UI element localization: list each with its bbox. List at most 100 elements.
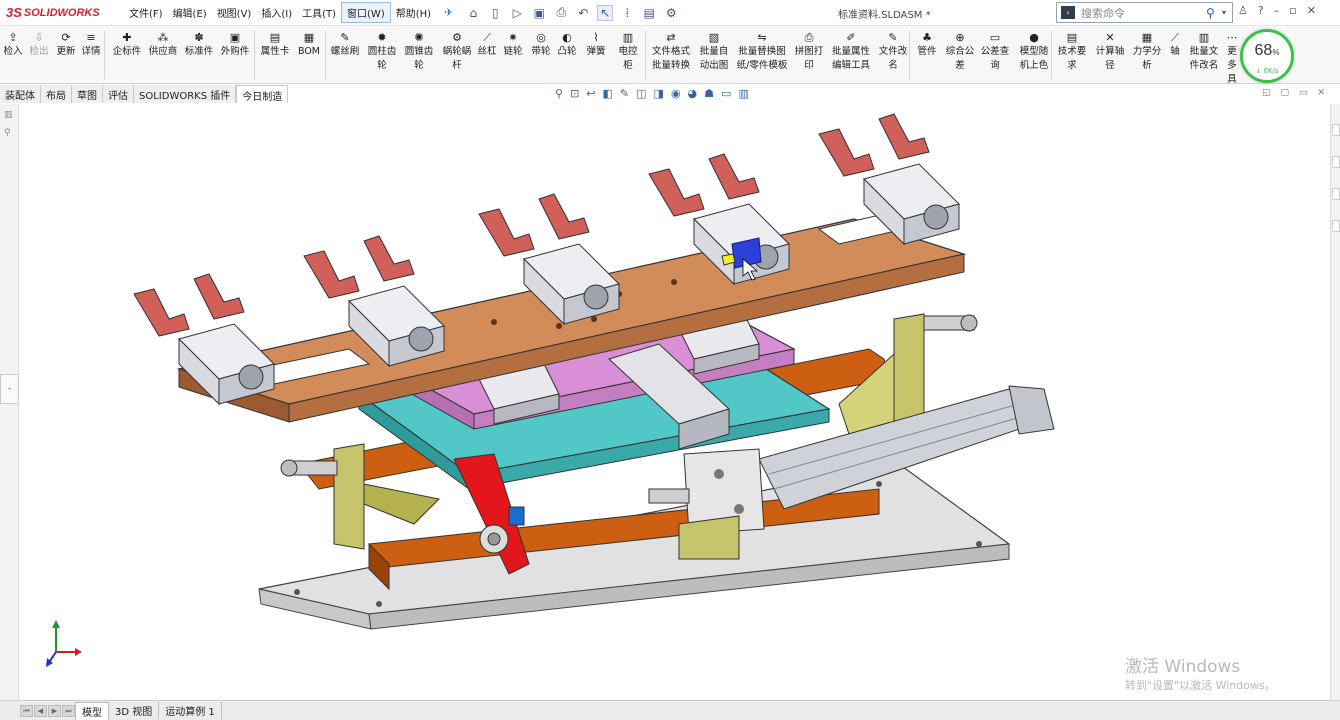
ribbon-button-mechanics[interactable]: ▦ 力学分析 <box>1131 31 1163 73</box>
ribbon-button-batch-property[interactable]: ✐ 批量属性 编辑工具 <box>830 31 872 73</box>
ribbon-button-details[interactable]: ≡ 详情 <box>80 31 102 59</box>
ribbon-button-rename[interactable]: ✎ 文件改名 <box>876 31 910 73</box>
first-tab-icon[interactable]: ⏮ <box>20 704 33 717</box>
view-settings-icon[interactable]: ▭ <box>721 87 731 100</box>
ribbon-button-pipe[interactable]: ♣ 管件 <box>915 31 939 59</box>
menu-insert[interactable]: 插入(I) <box>256 3 297 22</box>
ribbon-button-tech-requirements[interactable]: ▤ 技术要求 <box>1056 31 1088 73</box>
ribbon-button-more-tools[interactable]: ⋯ 更多具 <box>1224 31 1240 87</box>
previous-view-icon[interactable]: ↩ <box>586 87 595 100</box>
options-gear-icon[interactable]: ⚙ <box>663 6 679 20</box>
hide-show-items-icon[interactable]: ◉ <box>671 87 681 100</box>
viewport-minimize-icon[interactable]: ◱ <box>1262 88 1271 98</box>
zoom-area-icon[interactable]: ⊡ <box>570 87 579 100</box>
home-icon[interactable]: ⌂ <box>465 6 481 20</box>
help-icon[interactable]: ? <box>1258 4 1264 17</box>
print-icon[interactable]: ⎙ <box>553 5 569 20</box>
user-icon[interactable]: ♙ <box>1238 4 1248 17</box>
tab-3d-views[interactable]: 3D 视图 <box>109 702 160 719</box>
edit-appearance-icon[interactable]: ◕ <box>688 87 698 100</box>
ribbon-button-lead-screw[interactable]: ⟋ 丝杠 <box>476 31 498 59</box>
ribbon-button-screw-brush[interactable]: ✎ 螺丝刷 <box>330 31 360 59</box>
ribbon-button-print[interactable]: ⎙ 拼图打印 <box>793 31 825 73</box>
task-pane-tab-explorer[interactable] <box>1332 188 1340 200</box>
last-tab-icon[interactable]: ⏭ <box>62 704 75 717</box>
ribbon-button-batch-rename[interactable]: ▥ 批量文 件改名 <box>1187 31 1221 73</box>
ribbon-button-checkout[interactable]: ⇩ 检出 <box>28 31 50 59</box>
task-pane-tab-library[interactable] <box>1332 156 1340 168</box>
tab-today-manufacturing[interactable]: 今日制造 <box>236 85 289 103</box>
open-icon[interactable]: ▷ <box>509 6 525 20</box>
ribbon-button-bom[interactable]: ▦ BOM <box>296 31 322 59</box>
menu-tools[interactable]: 工具(T) <box>297 3 341 22</box>
ribbon-button-random-color[interactable]: ● 模型随 机上色 <box>1017 31 1051 73</box>
ribbon-button-cam[interactable]: ◐ 凸轮 <box>556 31 578 59</box>
restore-icon[interactable]: ▫ <box>1289 4 1296 17</box>
graphics-area[interactable] <box>19 104 1330 700</box>
menu-window[interactable]: 窗口(W) <box>341 2 391 23</box>
feature-tree-icon[interactable]: ▥ <box>4 110 13 120</box>
ribbon-button-shaft[interactable]: ⟋ 轴 <box>1168 31 1182 59</box>
tab-evaluate[interactable]: 评估 <box>103 85 134 103</box>
ribbon-button-property-card[interactable]: ▤ 属性卡 <box>260 31 290 59</box>
pin-icon[interactable]: ✈ <box>444 6 453 19</box>
menu-help[interactable]: 帮助(H) <box>391 3 436 22</box>
traffic-light-icon[interactable]: ⁞ <box>619 6 635 20</box>
file-properties-icon[interactable]: ▤ <box>641 6 657 20</box>
solidworks-logo[interactable]: 3S SOLIDWORKS <box>0 0 110 26</box>
filter-icon[interactable]: ⚲ <box>4 128 11 138</box>
prev-tab-icon[interactable]: ◀ <box>34 704 47 717</box>
section-view-icon[interactable]: ◧ <box>603 87 613 100</box>
gripper-unit-1[interactable] <box>133 273 275 406</box>
apply-scene-icon[interactable]: ☗ <box>704 87 714 100</box>
task-pane-tab-resources[interactable] <box>1332 124 1340 136</box>
zoom-to-fit-icon[interactable]: ⚲ <box>555 87 563 100</box>
ribbon-button-spring[interactable]: ⌇ 弹簧 <box>584 31 608 59</box>
new-document-icon[interactable]: ▯ <box>487 6 503 20</box>
search-icon[interactable]: ⚲ <box>1206 6 1222 20</box>
tab-motion-study-1[interactable]: 运动算例 1 <box>159 702 222 719</box>
ribbon-button-sprocket[interactable]: ✷ 链轮 <box>502 31 524 59</box>
ribbon-button-checkin[interactable]: ⇪ 检入 <box>2 31 24 59</box>
ribbon-button-worm-gear[interactable]: ⚙ 蜗轮蜗杆 <box>440 31 474 73</box>
ribbon-button-standard-part[interactable]: ✽ 标准件 <box>183 31 215 59</box>
tab-solidworks-addins[interactable]: SOLIDWORKS 插件 <box>134 85 237 103</box>
undo-icon[interactable]: ↶ <box>575 6 591 20</box>
search-input[interactable]: 搜索命令 <box>1081 5 1206 21</box>
task-pane-tab-appearances[interactable] <box>1332 220 1340 232</box>
assembly-model[interactable] <box>19 104 1330 700</box>
view-orientation-icon[interactable]: ◫ <box>636 87 646 100</box>
ribbon-button-auto-drawing[interactable]: ▧ 批量自 动出图 <box>696 31 732 73</box>
command-search[interactable]: › 搜索命令 ⚲ ▾ <box>1056 2 1233 23</box>
ribbon-button-supplier[interactable]: ⁂ 供应商 <box>146 31 180 59</box>
menu-edit[interactable]: 编辑(E) <box>168 3 212 22</box>
ribbon-button-shaft-diameter[interactable]: ✕ 计算轴径 <box>1093 31 1127 73</box>
tab-sketch[interactable]: 草图 <box>72 85 103 103</box>
ribbon-button-tolerance[interactable]: ⊕ 综合公差 <box>945 31 975 73</box>
minimize-icon[interactable]: – <box>1274 4 1280 17</box>
next-tab-icon[interactable]: ▶ <box>48 704 61 717</box>
ribbon-button-tolerance-query[interactable]: ▭ 公差查询 <box>980 31 1010 73</box>
viewport-maximize-icon[interactable]: ▭ <box>1299 88 1308 98</box>
adjust-screw-left[interactable] <box>280 459 338 477</box>
ribbon-button-batch-convert[interactable]: ⇄ 文件格式 批量转换 <box>650 31 692 73</box>
close-icon[interactable]: ✕ <box>1307 4 1316 17</box>
display-pane-icon[interactable]: ▥ <box>738 87 748 100</box>
panel-expand-handle[interactable]: • <box>0 374 19 404</box>
ribbon-button-purchased-part[interactable]: ▣ 外购件 <box>218 31 252 59</box>
tab-assembly[interactable]: 装配体 <box>0 85 41 103</box>
display-style-icon[interactable]: ◨ <box>654 87 664 100</box>
viewport-close-icon[interactable]: ✕ <box>1318 88 1326 98</box>
ribbon-button-replace-template[interactable]: ⇋ 批量替换图 纸/零件模板 <box>735 31 789 73</box>
menu-view[interactable]: 视图(V) <box>212 3 257 22</box>
tab-layout[interactable]: 布局 <box>41 85 72 103</box>
adjust-screw-right[interactable] <box>923 314 978 332</box>
dynamic-annotation-icon[interactable]: ✎ <box>620 87 629 100</box>
viewport-restore-icon[interactable]: ▢ <box>1281 88 1290 98</box>
menu-file[interactable]: 文件(F) <box>124 3 168 22</box>
ribbon-button-pulley[interactable]: ◎ 带轮 <box>530 31 552 59</box>
ribbon-button-spur-gear[interactable]: ✹ 圆柱齿轮 <box>366 31 398 73</box>
ribbon-button-enterprise-part[interactable]: ✚ 企标件 <box>110 31 144 59</box>
ribbon-button-control-cabinet[interactable]: ▥ 电控柜 <box>614 31 642 73</box>
ribbon-button-bevel-gear[interactable]: ✺ 圆锥齿轮 <box>402 31 436 73</box>
